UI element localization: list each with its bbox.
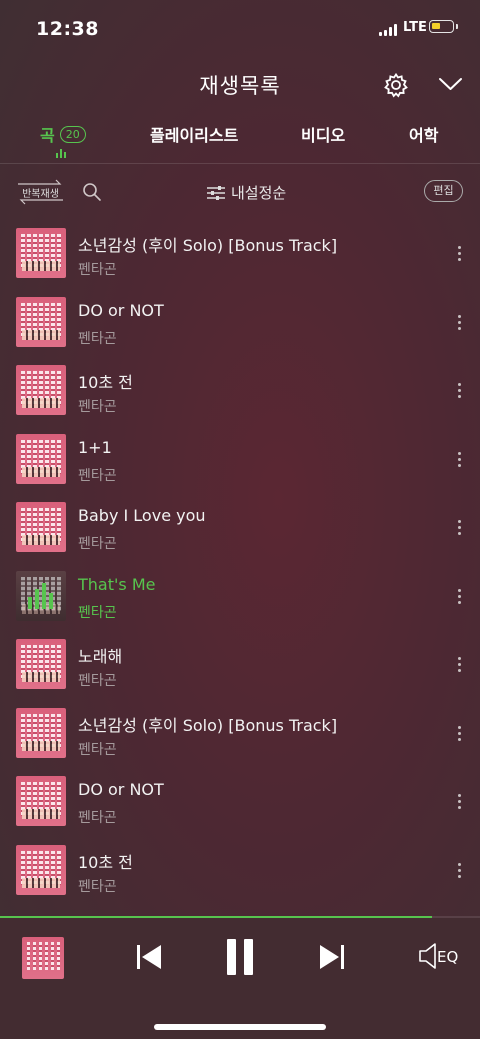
song-row[interactable]: That's Me 펜타곤 (0, 569, 480, 638)
song-artist: 펜타곤 (78, 810, 117, 826)
network-label: LTE (403, 20, 427, 35)
album-art (16, 776, 66, 826)
song-title: DO or NOT (78, 300, 164, 320)
song-title: Baby I Love you (78, 506, 206, 525)
song-title: 10초 전 (78, 373, 133, 392)
more-options-icon[interactable] (456, 451, 462, 470)
pause-icon[interactable] (225, 937, 255, 977)
song-title: That's Me (78, 574, 156, 594)
more-options-icon[interactable] (456, 314, 462, 333)
tab-songs-count: 20 (59, 125, 86, 143)
song-row[interactable]: Baby I Love you 펜타곤 (0, 500, 480, 569)
repeat-button[interactable]: 반복재생 (16, 178, 65, 206)
song-title: 소년감성 (후이 Solo) [Bonus Track] (78, 236, 338, 255)
song-artist: 펜타곤 (78, 330, 117, 347)
song-row[interactable]: DO or NOT 펜타곤 (0, 295, 480, 364)
song-row[interactable]: DO or NOT 펜타곤 (0, 774, 480, 843)
repeat-label: 반복재생 (22, 189, 59, 200)
song-title: DO or NOT (78, 780, 164, 799)
album-art (16, 433, 66, 484)
more-options-icon[interactable] (456, 794, 462, 812)
next-icon[interactable] (318, 942, 346, 972)
more-options-icon[interactable] (456, 520, 462, 538)
tab-bar: 곡 20 플레이리스트 비디오 어학 (0, 122, 480, 158)
song-artist: 펜타곤 (78, 673, 117, 689)
chevron-down-icon[interactable] (438, 76, 463, 92)
song-artist: 펜타곤 (78, 262, 117, 278)
album-art (16, 707, 66, 758)
tab-divider (0, 163, 480, 164)
edit-button[interactable]: 편집 (424, 180, 463, 202)
album-art (16, 570, 66, 621)
more-options-icon[interactable] (456, 862, 462, 881)
more-options-icon[interactable] (456, 246, 462, 264)
battery-level (432, 23, 440, 29)
now-playing-art[interactable] (22, 937, 64, 979)
song-artist: 펜타곤 (78, 467, 117, 484)
list-toolbar: 반복재생 내설정순 편집 (0, 176, 480, 208)
sort-icon (207, 185, 225, 200)
song-row[interactable]: 10초 전펜타곤 (0, 363, 480, 432)
song-list: 소년감성 (후이 Solo) [Bonus Track] 펜타곤 DO or NOT… (0, 226, 480, 911)
more-options-icon[interactable] (456, 383, 462, 401)
album-art (16, 639, 66, 689)
song-row[interactable]: 10초 전펜타곤 (0, 843, 480, 912)
previous-icon[interactable] (135, 942, 163, 972)
more-options-icon[interactable] (456, 588, 462, 607)
equalizer-icon (28, 582, 53, 609)
song-title: 노래해 (78, 647, 123, 666)
album-art (16, 502, 66, 552)
more-options-icon[interactable] (456, 725, 462, 744)
song-title: 10초 전 (78, 852, 133, 872)
battery-icon (429, 20, 458, 33)
song-row[interactable]: 노래해펜타곤 (0, 637, 480, 706)
status-time: 12:38 (36, 18, 99, 40)
sort-label: 내설정순 (231, 184, 287, 202)
speaker-icon (419, 943, 436, 969)
search-icon[interactable] (82, 182, 102, 202)
song-artist: 펜타곤 (78, 399, 117, 415)
song-title: 1+1 (78, 437, 112, 457)
song-row[interactable]: 소년감성 (후이 Solo) [Bonus Track] 펜타곤 (0, 226, 480, 295)
tab-language[interactable]: 어학 (409, 122, 438, 146)
song-row[interactable]: 1+1 펜타곤 (0, 432, 480, 501)
album-art (16, 844, 66, 895)
gear-icon[interactable] (383, 72, 409, 98)
album-art (16, 228, 66, 278)
mini-player: EQ (0, 918, 480, 1039)
song-artist: 펜타곤 (78, 536, 117, 552)
song-title: 소년감성 (후이 Solo) [Bonus Track] (78, 715, 338, 735)
tab-songs[interactable]: 곡 20 (40, 122, 86, 146)
tab-songs-label: 곡 (40, 126, 55, 145)
album-art (16, 365, 66, 415)
more-options-icon[interactable] (456, 657, 462, 675)
song-artist: 펜타곤 (78, 741, 117, 758)
tab-video[interactable]: 비디오 (301, 122, 345, 146)
song-row[interactable]: 소년감성 (후이 Solo) [Bonus Track] 펜타곤 (0, 706, 480, 775)
status-bar: 12:38 LTE (0, 0, 480, 58)
home-indicator[interactable] (154, 1024, 326, 1030)
tab-playlist[interactable]: 플레이리스트 (150, 122, 238, 146)
playing-indicator-icon (56, 149, 66, 158)
song-artist: 펜타곤 (78, 878, 117, 895)
eq-label: EQ (437, 948, 459, 966)
signal-icon (379, 24, 397, 36)
album-art (16, 296, 66, 347)
song-artist: 펜타곤 (78, 604, 117, 621)
sort-button[interactable]: 내설정순 (207, 182, 286, 203)
